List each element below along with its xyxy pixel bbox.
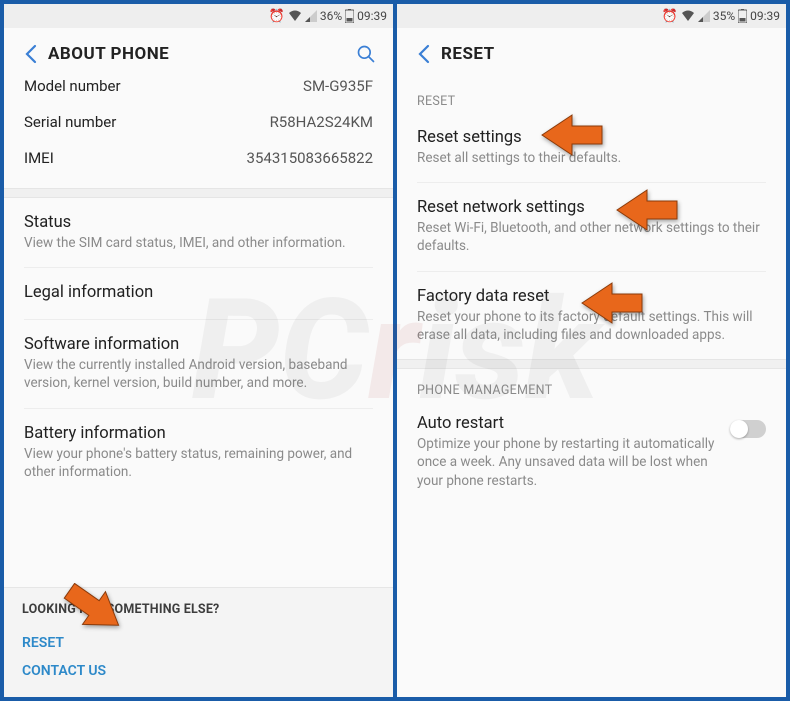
value: 354315083665822 <box>247 149 373 167</box>
reset-settings-item[interactable]: Reset settings Reset all settings to the… <box>397 113 786 182</box>
clock: 09:39 <box>357 9 387 23</box>
item-subtitle: View your phone's battery status, remain… <box>24 445 373 481</box>
reset-network-item[interactable]: Reset network settings Reset Wi-Fi, Blue… <box>397 183 786 270</box>
model-number-row[interactable]: Model number SM-G935F <box>4 80 393 104</box>
item-subtitle: Optimize your phone by restarting it aut… <box>417 435 718 490</box>
item-title: Auto restart <box>417 414 718 433</box>
imei-row[interactable]: IMEI 354315083665822 <box>4 140 393 176</box>
search-button[interactable] <box>349 44 383 64</box>
clock: 09:39 <box>750 9 780 23</box>
signal-icon <box>305 10 317 22</box>
label: Serial number <box>24 113 116 131</box>
item-title: Reset network settings <box>417 198 766 217</box>
status-bar: ⏰ 35% 09:39 <box>397 4 786 28</box>
value: R58HA2S24KM <box>270 113 373 131</box>
item-subtitle: Reset your phone to its factory default … <box>417 308 766 344</box>
back-button[interactable] <box>407 44 441 64</box>
contact-link[interactable]: CONTACT US <box>22 657 375 685</box>
item-subtitle: Reset Wi-Fi, Bluetooth, and other networ… <box>417 219 766 255</box>
divider <box>397 359 786 369</box>
item-subtitle: Reset all settings to their defaults. <box>417 149 766 167</box>
battery-icon <box>345 9 354 23</box>
wifi-icon <box>288 10 302 22</box>
status-bar: ⏰ 36% 09:39 <box>4 4 393 28</box>
item-title: Reset settings <box>417 128 766 147</box>
back-button[interactable] <box>14 44 48 64</box>
alarm-icon: ⏰ <box>662 9 678 24</box>
value: SM-G935F <box>303 80 373 95</box>
section-label-phone-mgmt: PHONE MANAGEMENT <box>397 369 786 402</box>
software-info-item[interactable]: Software information View the currently … <box>4 320 393 407</box>
serial-number-row[interactable]: Serial number R58HA2S24KM <box>4 104 393 140</box>
battery-percent: 36% <box>320 9 342 23</box>
legal-info-item[interactable]: Legal information <box>4 268 393 319</box>
section-label-reset: RESET <box>397 80 786 113</box>
battery-icon <box>738 9 747 23</box>
screenshot-left: ⏰ 36% 09:39 ABOUT PHONE Model number SM-… <box>4 4 393 697</box>
item-title: Status <box>24 213 373 232</box>
item-subtitle: View the SIM card status, IMEI, and othe… <box>24 234 373 252</box>
item-title: Factory data reset <box>417 287 766 306</box>
looking-for-card: LOOKING FOR SOMETHING ELSE? RESET CONTAC… <box>4 587 393 697</box>
battery-percent: 35% <box>713 9 735 23</box>
alarm-icon: ⏰ <box>269 9 285 24</box>
header: RESET <box>397 28 786 80</box>
page-title: RESET <box>441 44 776 64</box>
factory-reset-item[interactable]: Factory data reset Reset your phone to i… <box>397 272 786 359</box>
screenshot-right: ⏰ 35% 09:39 RESET RESET Reset settings R… <box>397 4 786 697</box>
page-title: ABOUT PHONE <box>48 44 349 64</box>
header: ABOUT PHONE <box>4 28 393 80</box>
item-title: Legal information <box>24 283 373 302</box>
battery-info-item[interactable]: Battery information View your phone's ba… <box>4 409 393 496</box>
item-title: Battery information <box>24 424 373 443</box>
card-heading: LOOKING FOR SOMETHING ELSE? <box>22 602 375 617</box>
label: Model number <box>24 80 121 95</box>
wifi-icon <box>681 10 695 22</box>
auto-restart-item[interactable]: Auto restart Optimize your phone by rest… <box>397 402 786 502</box>
status-item[interactable]: Status View the SIM card status, IMEI, a… <box>4 198 393 267</box>
divider <box>4 188 393 198</box>
label: IMEI <box>24 149 54 167</box>
reset-link[interactable]: RESET <box>22 629 375 657</box>
item-title: Software information <box>24 335 373 354</box>
signal-icon <box>698 10 710 22</box>
auto-restart-toggle[interactable] <box>730 420 766 438</box>
item-subtitle: View the currently installed Android ver… <box>24 356 373 392</box>
